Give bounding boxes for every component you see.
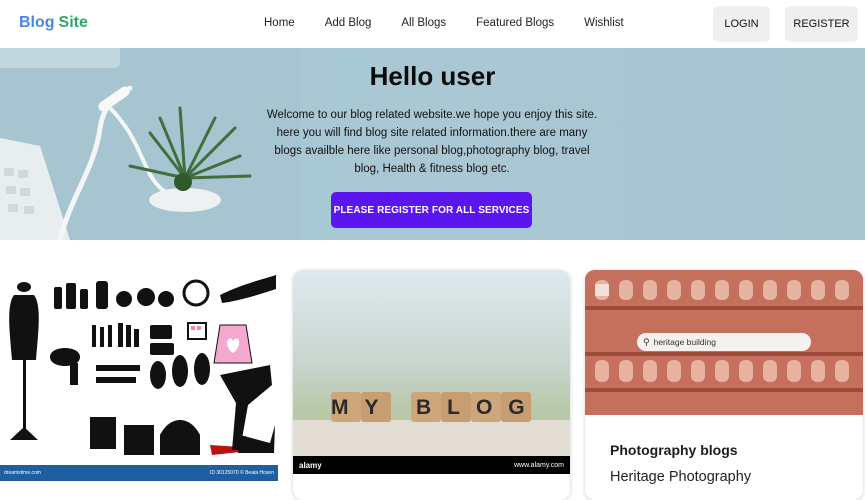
search-icon: ⚲ <box>643 336 650 347</box>
brand-part1: Blog <box>19 14 55 31</box>
nav-wishlist[interactable]: Wishlist <box>584 17 624 29</box>
nav-home[interactable]: Home <box>264 17 295 29</box>
nav-all-blogs[interactable]: All Blogs <box>401 17 446 29</box>
login-button[interactable]: LOGIN <box>713 6 770 42</box>
card-title: Photography blogs <box>610 442 738 458</box>
image-credit-bar: dreamstime.com ID 30125070 © Beata Hosen <box>0 465 278 481</box>
register-cta-button[interactable]: PLEASE REGISTER FOR ALL SERVICES <box>331 192 532 228</box>
blog-card-photography[interactable]: ⚲ heritage building Photography blogs He… <box>585 270 863 500</box>
search-pill-text: heritage building <box>653 337 716 347</box>
heritage-building-image: ⚲ heritage building <box>585 270 863 415</box>
image-search-pill: ⚲ heritage building <box>637 333 811 351</box>
card-subtitle: Heritage Photography <box>610 469 752 485</box>
brand-part2: Site <box>58 14 88 31</box>
image-credit-right: www.alamy.com <box>513 461 564 469</box>
register-button[interactable]: REGISTER <box>785 6 858 42</box>
nav-add-blog[interactable]: Add Blog <box>325 17 372 29</box>
my-blog-image: MY BLOG <box>293 270 570 474</box>
image-credit-left: dreamstime.com <box>4 470 41 476</box>
image-credit-right: ID 30125070 © Beata Hosen <box>209 470 274 476</box>
fashion-silhouettes-image <box>0 265 278 481</box>
brand-logo[interactable]: Blog Site <box>19 14 88 32</box>
blog-card-fashion[interactable]: dreamstime.com ID 30125070 © Beata Hosen <box>0 265 278 494</box>
hero-description: Welcome to our blog related website.we h… <box>266 109 598 175</box>
my-blog-text: MY BLOG <box>331 396 541 419</box>
nav-featured-blogs[interactable]: Featured Blogs <box>476 17 554 29</box>
blog-card-my-blog[interactable]: MY BLOG alamy www.alamy.com <box>293 270 570 500</box>
hero-title: Hello user <box>369 61 496 91</box>
hero-banner: Hello user Welcome to our blog related w… <box>0 48 865 240</box>
navbar: Blog Site Home Add Blog All Blogs Feature… <box>0 0 865 48</box>
nav-links: Home Add Blog All Blogs Featured Blogs W… <box>264 17 654 29</box>
wooden-blocks-icon <box>293 392 570 456</box>
image-credit-bar: alamy www.alamy.com <box>293 456 570 474</box>
image-credit-left: alamy <box>299 460 322 470</box>
